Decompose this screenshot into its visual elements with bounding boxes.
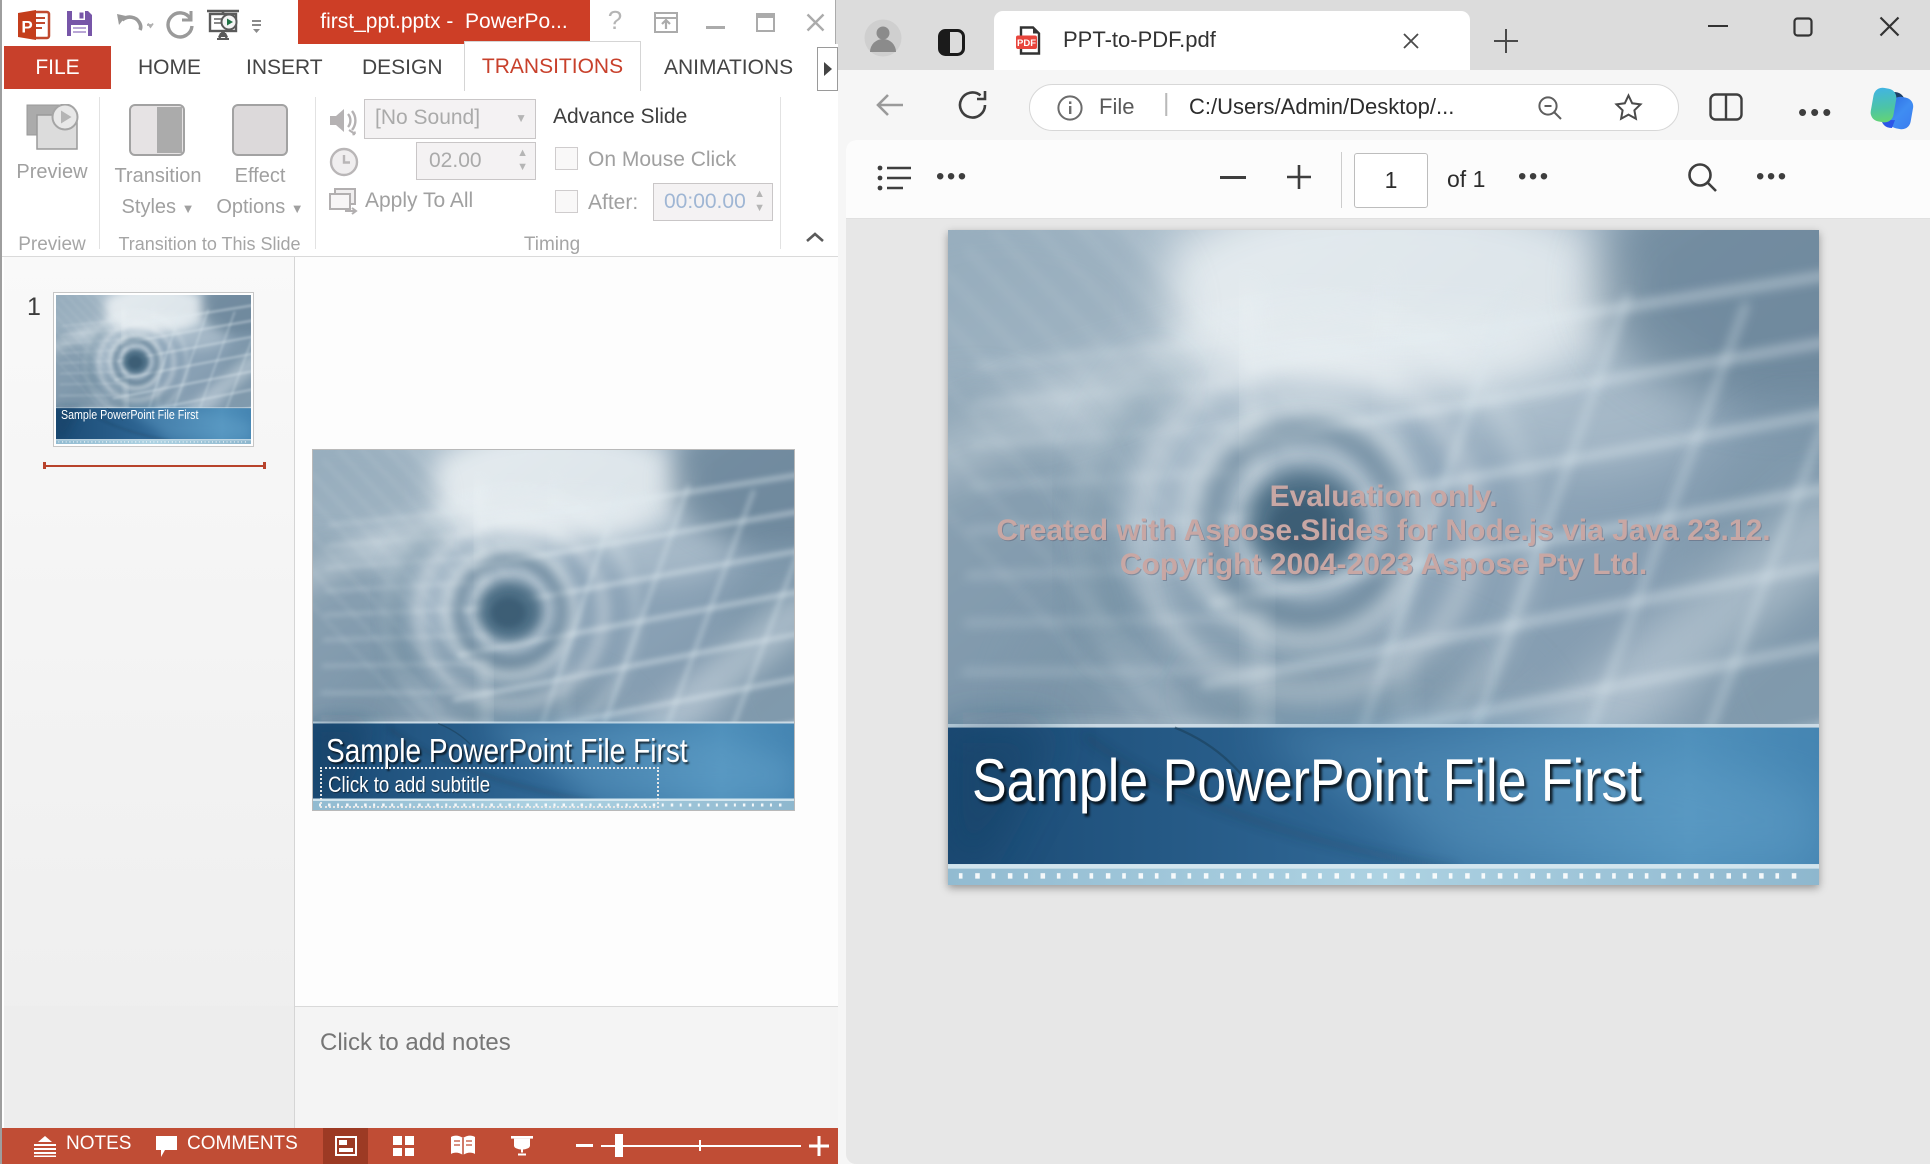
svg-text:P: P: [21, 18, 32, 37]
svg-text:PDF: PDF: [1017, 38, 1036, 49]
